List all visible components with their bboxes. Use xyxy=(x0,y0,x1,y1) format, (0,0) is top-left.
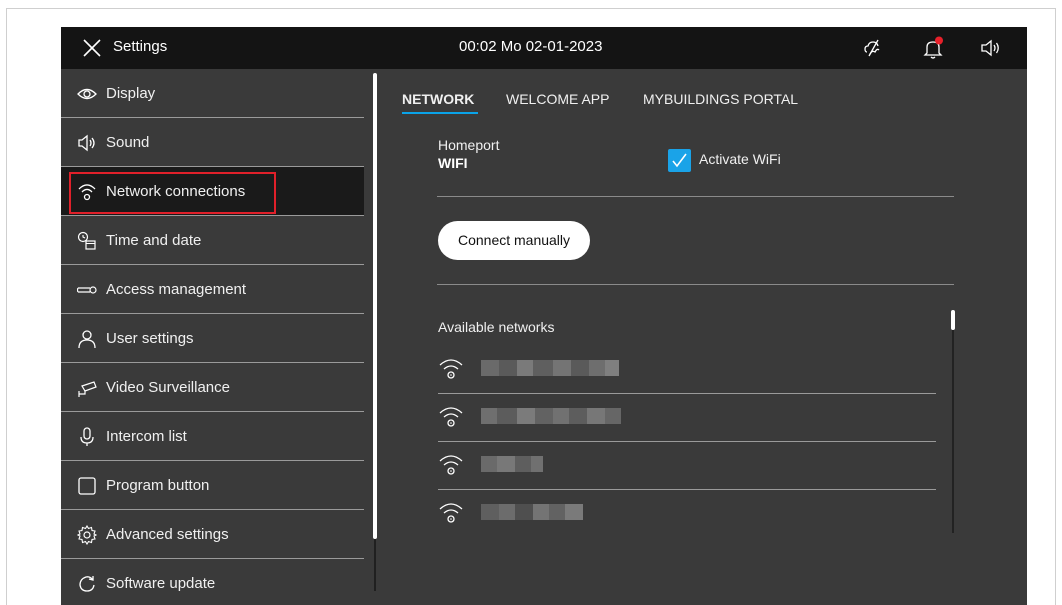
cloud-off-icon xyxy=(864,39,880,57)
divider xyxy=(437,284,954,285)
tab-welcome-app[interactable]: WELCOME APP xyxy=(506,91,609,107)
sidebar-item-display[interactable]: Display xyxy=(61,69,364,118)
sidebar-item-label: Software update xyxy=(106,575,216,592)
redacted-network-name xyxy=(481,408,621,424)
sidebar-item-advanced-settings[interactable]: Advanced settings xyxy=(61,510,364,559)
active-tab-indicator xyxy=(402,112,478,114)
sidebar-item-label: Video Surveillance xyxy=(106,379,230,396)
screenshot-frame-top xyxy=(6,8,1056,9)
clock-calendar-icon xyxy=(77,231,96,250)
camera-icon xyxy=(78,381,97,397)
selection-highlight xyxy=(69,172,276,214)
network-list-item[interactable] xyxy=(438,442,936,490)
sidebar-item-user-settings[interactable]: User settings xyxy=(61,314,364,363)
tab-mybuildings-portal[interactable]: MYBUILDINGS PORTAL xyxy=(643,91,798,107)
screenshot-frame-left xyxy=(6,8,7,605)
network-list-item[interactable] xyxy=(438,394,936,442)
divider xyxy=(437,196,954,197)
date-time: 00:02 Mo 02-01-2023 xyxy=(459,38,603,55)
sidebar-item-time-and-date[interactable]: Time and date xyxy=(61,216,364,265)
sidebar-item-program-button[interactable]: Program button xyxy=(61,461,364,510)
sidebar-item-label: User settings xyxy=(106,330,194,347)
close-icon[interactable] xyxy=(81,37,103,59)
eye-icon xyxy=(77,88,97,100)
sidebar-item-label: Sound xyxy=(106,134,150,151)
device-screen: Settings 00:02 Mo 02-01-2023 Display Sou… xyxy=(61,27,1027,605)
sidebar-scrollbar[interactable] xyxy=(373,73,377,539)
network-list-item[interactable] xyxy=(438,490,936,538)
screenshot-frame-right xyxy=(1055,8,1056,605)
sidebar-scroll-track xyxy=(374,539,376,591)
tab-network[interactable]: NETWORK xyxy=(402,91,474,107)
sidebar-item-label: Program button xyxy=(106,477,210,494)
redacted-network-name xyxy=(481,360,619,376)
sidebar-item-intercom-list[interactable]: Intercom list xyxy=(61,412,364,461)
settings-title: Settings xyxy=(113,38,168,55)
top-bar: Settings 00:02 Mo 02-01-2023 xyxy=(61,27,1027,69)
square-icon xyxy=(78,477,96,495)
key-icon xyxy=(77,286,97,294)
gear-icon xyxy=(77,525,97,545)
homeport-label: Homeport xyxy=(438,137,500,153)
homeport-value: WIFI xyxy=(438,155,468,171)
available-networks-label: Available networks xyxy=(438,319,555,335)
network-list-item[interactable] xyxy=(438,346,936,394)
refresh-icon xyxy=(79,576,95,592)
wifi-icon xyxy=(439,407,463,427)
microphone-icon xyxy=(80,427,94,446)
networks-scrollbar[interactable] xyxy=(951,310,955,330)
speaker-icon[interactable] xyxy=(979,36,1003,60)
sidebar-item-label: Intercom list xyxy=(106,428,187,445)
checkmark-icon xyxy=(672,153,687,168)
sidebar-item-video-surveillance[interactable]: Video Surveillance xyxy=(61,363,364,412)
sidebar-item-label: Display xyxy=(106,85,156,102)
sidebar-item-label: Access management xyxy=(106,281,247,298)
wifi-icon xyxy=(439,455,463,475)
bell-notification-icon[interactable] xyxy=(921,36,945,60)
redacted-network-name xyxy=(481,504,583,520)
wifi-icon xyxy=(439,359,463,379)
sidebar-item-sound[interactable]: Sound xyxy=(61,118,364,167)
speaker-icon xyxy=(78,134,95,152)
settings-sidebar: Display Sound Network connections Time a… xyxy=(61,69,364,605)
activate-wifi-label: Activate WiFi xyxy=(699,151,781,167)
sidebar-item-software-update[interactable]: Software update xyxy=(61,559,364,605)
user-icon xyxy=(78,330,96,349)
wifi-icon xyxy=(439,503,463,523)
connect-manually-button[interactable]: Connect manually xyxy=(438,221,590,260)
activate-wifi-checkbox[interactable] xyxy=(668,149,691,172)
sidebar-item-access-management[interactable]: Access management xyxy=(61,265,364,314)
redacted-network-name xyxy=(481,456,543,472)
networks-scroll-track xyxy=(952,330,954,533)
sidebar-item-label: Advanced settings xyxy=(106,526,229,543)
sidebar-item-label: Time and date xyxy=(106,232,202,249)
